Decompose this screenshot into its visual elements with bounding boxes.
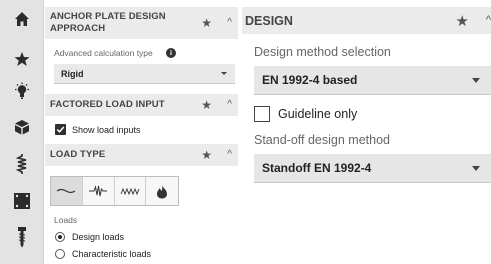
plate-icon [14,193,30,209]
design-method-value: EN 1992-4 based [262,73,358,87]
favorite-star-icon[interactable]: ★ [456,12,469,30]
loads-label: Loads [54,215,78,225]
standoff-method-label: Stand-off design method [254,133,390,147]
design-loads-label: Design loads [72,232,125,242]
settings-panel: ANCHOR PLATE DESIGN APPROACH ★ ^ Advance… [45,0,242,264]
section-title: FACTORED LOAD INPUT [50,99,165,110]
chevron-down-icon [472,78,480,83]
section-title: LOAD TYPE [50,149,106,160]
load-type-selector [50,176,179,206]
design-loads-radio[interactable] [55,232,65,242]
guideline-only-checkbox[interactable] [254,106,270,122]
rail-home[interactable] [0,1,44,37]
calc-type-select[interactable]: Rigid [54,64,235,84]
cube-icon [15,120,29,135]
star-icon [14,52,30,66]
app-root: ANCHOR PLATE DESIGN APPROACH ★ ^ Advance… [0,0,491,264]
spring-icon [16,154,27,174]
load-type-fire[interactable] [146,177,178,205]
design-panel: DESIGN ★ ^ Design method selection EN 19… [242,0,491,264]
icon-rail [0,0,44,264]
favorite-star-icon[interactable]: ★ [201,98,212,112]
fire-load-icon [157,184,168,198]
show-load-inputs-label: Show load inputs [72,125,141,135]
design-method-label: Design method selection [254,45,391,59]
rail-favorites[interactable] [0,41,44,77]
seismic-load-icon [89,185,108,197]
section-title: ANCHOR PLATE DESIGN APPROACH [50,11,166,34]
anchor-bolt-icon [18,227,26,248]
fatigue-load-icon [120,187,140,196]
load-type-static[interactable] [51,177,83,205]
section-design-header[interactable]: DESIGN ★ ^ [242,7,491,34]
favorite-star-icon[interactable]: ★ [201,148,212,162]
chevron-down-icon [221,72,227,75]
guideline-only-label: Guideline only [278,107,358,121]
characteristic-loads-label: Characteristic loads [72,249,152,259]
show-load-inputs-checkbox[interactable] [55,124,66,135]
section-load-type-header[interactable]: LOAD TYPE ★ ^ [45,144,238,166]
static-load-icon [57,188,76,194]
section-factored-header[interactable]: FACTORED LOAD INPUT ★ ^ [45,94,238,116]
info-icon[interactable]: i [166,48,176,58]
rail-base-material[interactable] [0,109,44,145]
characteristic-loads-radio[interactable] [55,249,65,259]
lightbulb-icon [15,82,29,99]
collapse-caret-icon[interactable]: ^ [227,149,232,160]
standoff-method-select[interactable]: Standoff EN 1992-4 [254,154,491,183]
calc-type-value: Rigid [61,68,84,79]
design-method-select[interactable]: EN 1992-4 based [254,66,491,95]
home-icon [15,12,29,26]
rail-baseplate[interactable] [0,183,44,219]
favorite-star-icon[interactable]: ★ [201,16,212,30]
rail-ideas[interactable] [0,73,44,109]
load-type-seismic[interactable] [82,177,115,205]
checkmark-icon [56,126,65,133]
standoff-method-value: Standoff EN 1992-4 [262,161,372,175]
section-title: DESIGN [245,13,293,28]
chevron-down-icon [472,166,480,171]
section-anchor-plate-header[interactable]: ANCHOR PLATE DESIGN APPROACH ★ ^ [45,7,238,39]
collapse-caret-icon[interactable]: ^ [227,17,232,28]
collapse-caret-icon[interactable]: ^ [227,99,232,110]
rail-anchor[interactable] [0,219,44,255]
rail-loads[interactable] [0,146,44,182]
collapse-caret-icon[interactable]: ^ [486,14,491,26]
calc-type-label: Advanced calculation type [54,48,153,58]
load-type-fatigue[interactable] [114,177,147,205]
